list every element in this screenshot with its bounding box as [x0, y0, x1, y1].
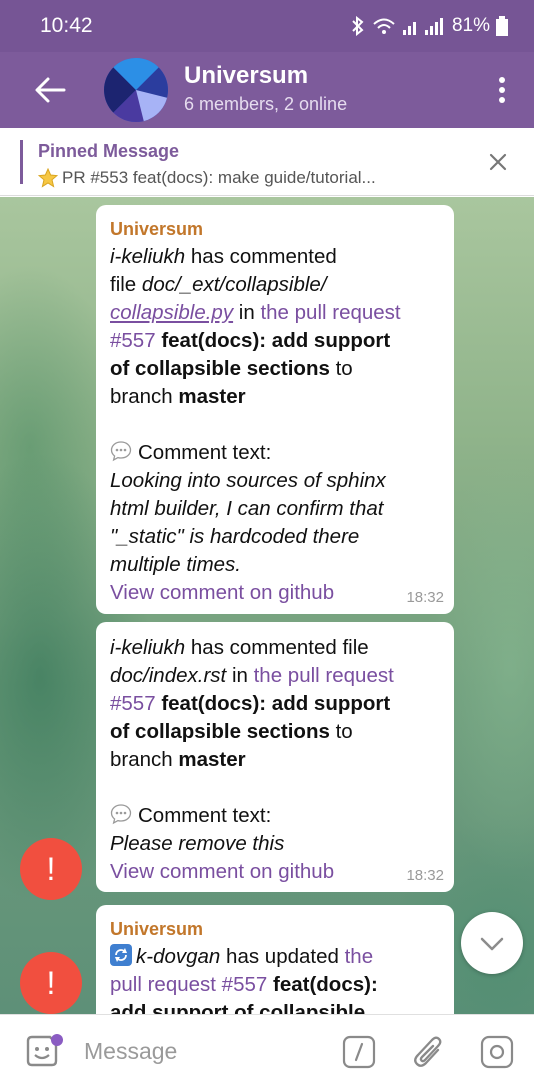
- message-time: 18:32: [406, 867, 444, 884]
- branch-name: master: [178, 385, 246, 408]
- back-arrow-icon[interactable]: [32, 74, 68, 106]
- view-comment-link[interactable]: View comment on github: [110, 860, 334, 883]
- pull-request-link[interactable]: pull request #557: [110, 973, 267, 996]
- pinned-text: PR #553 feat(docs): make guide/tutorial.…: [38, 168, 376, 188]
- message-bubble[interactable]: i-keliukh has commented file doc/index.r…: [96, 622, 454, 892]
- message-bubble[interactable]: Universum k-dovgan has updated the pull …: [96, 905, 454, 1014]
- paperclip-icon[interactable]: [412, 1033, 446, 1071]
- error-alert-button[interactable]: !: [20, 952, 82, 1014]
- pinned-accent-bar: [20, 140, 23, 184]
- message-text: has commented file: [190, 636, 369, 659]
- pr-title-line2: add support of collapsible: [110, 1001, 366, 1014]
- message-body: i-keliukh has commented file doc/_ext/co…: [110, 243, 440, 607]
- pinned-message-bar[interactable]: Pinned Message PR #553 feat(docs): make …: [0, 128, 534, 196]
- user-name: k-dovgan: [136, 945, 221, 968]
- refresh-icon: [110, 944, 136, 968]
- message-text: has updated: [226, 945, 339, 968]
- message-sender[interactable]: Universum: [110, 917, 440, 941]
- view-comment-link[interactable]: View comment on github: [110, 581, 334, 604]
- message-text: to: [335, 357, 353, 380]
- pull-request-link[interactable]: the pull request: [260, 301, 400, 324]
- bot-command-icon[interactable]: [342, 1035, 376, 1069]
- user-name: i-keliukh: [110, 245, 186, 268]
- message-input[interactable]: [84, 1029, 324, 1073]
- more-vert-icon[interactable]: [496, 74, 508, 106]
- pull-request-link[interactable]: the pull request: [254, 664, 394, 687]
- message-text: has commented: [190, 245, 337, 268]
- pinned-title: Pinned Message: [38, 141, 180, 161]
- message-composer: [0, 1014, 534, 1086]
- pr-title-line1: feat(docs):: [273, 973, 378, 996]
- message-bubble[interactable]: Universum i-keliukh has commented file d…: [96, 205, 454, 614]
- pinned-text-content: PR #553 feat(docs): make guide/tutorial.…: [62, 168, 376, 187]
- file-path: doc/_ext/collapsible/: [141, 273, 327, 296]
- error-alert-button[interactable]: !: [20, 838, 82, 900]
- battery-icon: [496, 16, 508, 36]
- status-bar: 10:42 81%: [0, 0, 534, 52]
- message-text: to: [335, 720, 353, 743]
- message-text: branch: [110, 385, 173, 408]
- battery-percent: 81%: [451, 15, 490, 36]
- group-avatar[interactable]: [104, 58, 168, 122]
- comment-icon: [110, 441, 138, 464]
- pr-number-link[interactable]: #557: [110, 329, 156, 352]
- file-path: doc/index.rst: [110, 664, 227, 687]
- sticker-emoji-icon[interactable]: [24, 1033, 64, 1069]
- status-time: 10:42: [40, 14, 93, 37]
- comment-text: Looking into sources of sphinx html build…: [110, 469, 386, 576]
- wifi-icon: [373, 18, 395, 34]
- chat-messages[interactable]: Universum i-keliukh has commented file d…: [0, 197, 534, 1014]
- comment-icon: [110, 804, 138, 827]
- bluetooth-icon: [352, 16, 364, 36]
- chat-subtitle: 6 members, 2 online: [184, 94, 348, 114]
- chevron-down-icon: [480, 937, 504, 951]
- camera-icon[interactable]: [480, 1035, 514, 1069]
- message-text: branch: [110, 748, 173, 771]
- message-text: in: [238, 301, 255, 324]
- pull-request-link[interactable]: the: [345, 945, 374, 968]
- message-text: in: [231, 664, 248, 687]
- message-sender[interactable]: Universum: [110, 217, 440, 241]
- pr-title-line1: feat(docs): add support: [161, 692, 391, 715]
- scroll-down-button[interactable]: [461, 912, 523, 974]
- signal-icon: [402, 18, 443, 35]
- pr-title-line2: of collapsible sections: [110, 720, 330, 743]
- message-body: k-dovgan has updated the pull request #5…: [110, 943, 440, 1014]
- chat-header: Universum 6 members, 2 online: [0, 52, 534, 128]
- comment-label: Comment text:: [138, 804, 272, 827]
- message-time: 18:32: [406, 589, 444, 606]
- star-icon: [38, 168, 58, 188]
- chat-title[interactable]: Universum: [184, 62, 308, 90]
- message-body: i-keliukh has commented file doc/index.r…: [110, 634, 440, 886]
- comment-text: Please remove this: [110, 832, 285, 855]
- user-name: i-keliukh: [110, 636, 186, 659]
- comment-label: Comment text:: [138, 441, 272, 464]
- close-icon[interactable]: [484, 148, 512, 176]
- status-icons: 81%: [350, 15, 508, 37]
- message-text: file: [110, 273, 137, 296]
- file-link[interactable]: collapsible.py: [110, 301, 233, 324]
- branch-name: master: [178, 748, 246, 771]
- pr-number-link[interactable]: #557: [110, 692, 156, 715]
